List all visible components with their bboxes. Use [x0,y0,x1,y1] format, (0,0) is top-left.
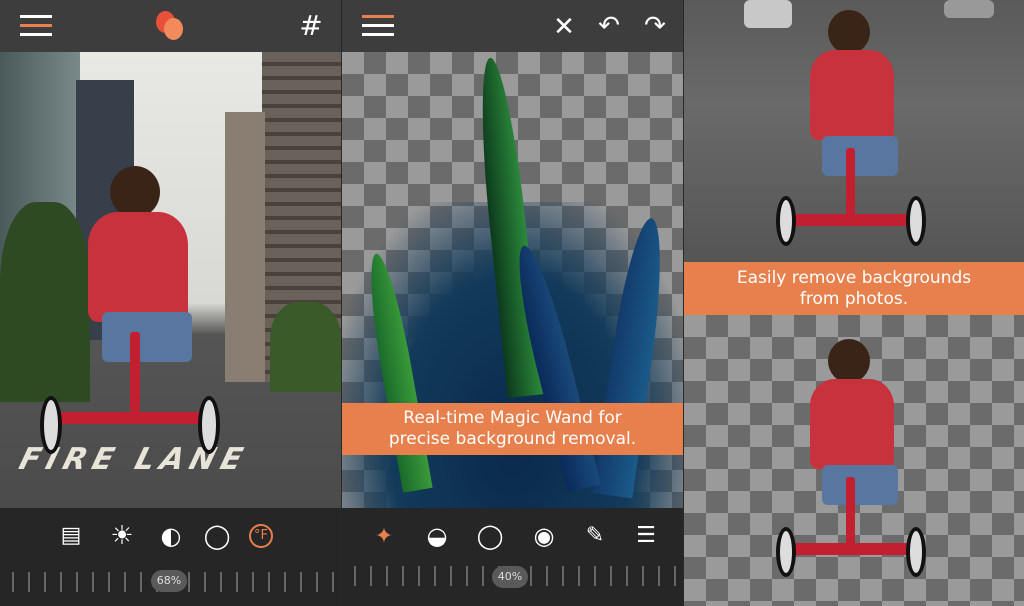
hamburger-icon[interactable] [20,15,52,37]
child-cutout [776,337,926,582]
child-on-tricycle [40,162,220,462]
bottom-toolbar: ✦ ◒ ◯ ◉ ✎ ☰ [342,508,683,606]
caption-line-2: precise background removal. [388,429,637,449]
hamburger-icon[interactable] [362,15,394,37]
cutout-result [684,315,1024,606]
eraser-brush-icon[interactable]: ☰ [631,523,661,549]
original-photo [684,0,1024,262]
eye-icon[interactable]: ◉ [529,523,559,549]
redo-icon[interactable]: ↷ [640,13,670,39]
temperature-icon[interactable]: °F [249,524,273,548]
slider-value-badge: 40% [492,566,528,588]
street-photo: FIRE LANE [0,52,341,508]
marker-icon[interactable]: ✎ [580,523,610,549]
panel-before-after: Easily remove backgrounds from photos. [684,0,1024,606]
slider-value-badge: 68% [151,570,187,592]
caption-line-2: from photos. [799,288,909,309]
caption-banner: Easily remove backgrounds from photos. [684,262,1024,315]
child-on-tricycle [776,8,926,248]
top-bar: ✕ ↶ ↷ [342,0,683,52]
undo-icon[interactable]: ↶ [594,13,624,39]
panel-adjust: # FIRE LANE ▤ ☀ ◐ ◯ °F 68% [0,0,341,606]
caption-line-1: Easily remove backgrounds [736,267,972,288]
app-logo [156,11,186,41]
top-bar: # [0,0,341,52]
close-icon[interactable]: ✕ [549,14,579,40]
gradient-icon[interactable]: ◯ [202,523,232,549]
panel-magic-wand: ✕ ↶ ↷ Real-time Magic Wand for precise b… [342,0,683,606]
caption-banner: Real-time Magic Wand for precise backgro… [342,403,683,455]
circle-icon[interactable]: ◯ [475,523,505,549]
layers-icon[interactable]: ▤ [56,523,86,549]
caption-line-1: Real-time Magic Wand for [403,408,622,428]
brightness-icon[interactable]: ☀ [107,523,137,549]
half-circle-icon[interactable]: ◒ [422,523,452,549]
exposure-icon[interactable]: ◐ [156,523,186,549]
magic-wand-icon[interactable]: ✦ [369,524,399,550]
grid-icon[interactable]: # [296,12,326,40]
